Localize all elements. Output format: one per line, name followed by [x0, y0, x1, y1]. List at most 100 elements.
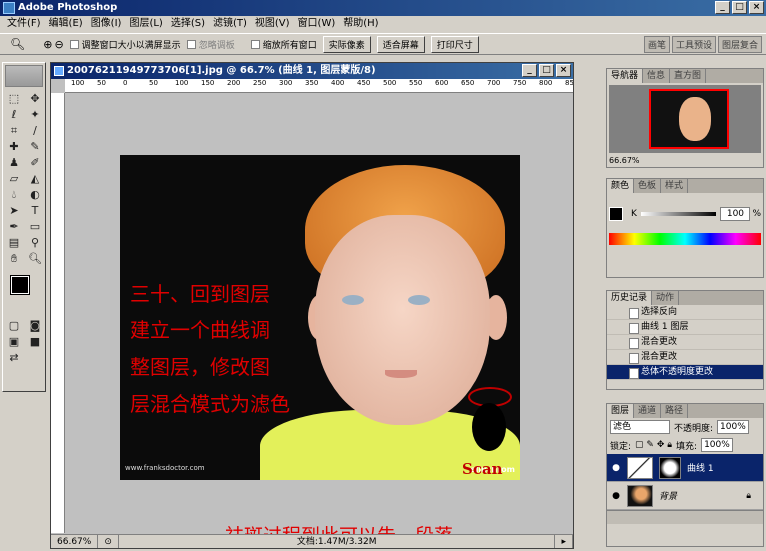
- history-item[interactable]: 选择反向: [607, 305, 763, 320]
- jump-to-imageready-icon[interactable]: ⇄: [4, 350, 24, 365]
- zoom-tool-icon-2[interactable]: 🔍︎: [25, 251, 45, 266]
- visibility-eye-icon[interactable]: ●: [611, 463, 621, 473]
- opacity-field[interactable]: 100%: [717, 420, 749, 434]
- fill-field[interactable]: 100%: [701, 438, 733, 452]
- layer-row-background[interactable]: ● 背景 🔒︎: [607, 482, 763, 510]
- crop-tool-icon[interactable]: ⌗: [4, 123, 24, 138]
- standard-mode-icon[interactable]: ▢: [4, 318, 24, 333]
- notes-tool-icon[interactable]: ▤: [4, 235, 24, 250]
- zoom-in-icon[interactable]: ⊕: [43, 38, 52, 51]
- maximize-icon[interactable]: □: [732, 1, 747, 14]
- magic-wand-tool-icon[interactable]: ✦: [25, 107, 45, 122]
- ignore-palettes-checkbox[interactable]: 忽略调板: [186, 38, 235, 51]
- well-tab-tool-presets[interactable]: 工具预设: [671, 36, 716, 53]
- shape-tool-icon[interactable]: ▭: [25, 219, 45, 234]
- ruler-tick-label: 100: [175, 79, 189, 87]
- menu-filter[interactable]: 滤镜(T): [209, 16, 251, 32]
- tab-swatches[interactable]: 色板: [634, 179, 662, 193]
- history-item[interactable]: 混合更改: [607, 335, 763, 350]
- close-icon[interactable]: ×: [749, 1, 764, 14]
- menu-help[interactable]: 帮助(H): [339, 16, 382, 32]
- history-brush-icon[interactable]: ✐: [25, 155, 45, 170]
- tab-info[interactable]: 信息: [643, 69, 671, 83]
- move-tool-icon[interactable]: ✥: [25, 91, 45, 106]
- minimize-icon[interactable]: _: [715, 1, 730, 14]
- menu-file[interactable]: 文件(F): [3, 16, 45, 32]
- zoom-tool-icon[interactable]: 🔍︎: [10, 37, 25, 51]
- lasso-tool-icon[interactable]: ℓ: [4, 107, 24, 122]
- layers-footer: [607, 510, 763, 524]
- layer-mask-thumbnail[interactable]: [659, 456, 681, 479]
- navigator-view-box[interactable]: [649, 89, 729, 149]
- navigator-zoom[interactable]: 66.67%: [607, 155, 763, 167]
- color-swatches[interactable]: [5, 272, 43, 312]
- foreground-color[interactable]: [10, 275, 30, 295]
- quickmask-mode-icon[interactable]: ◙: [25, 318, 45, 333]
- zoom-all-checkbox[interactable]: 缩放所有窗口: [250, 38, 317, 51]
- menu-edit[interactable]: 编辑(E): [45, 16, 87, 32]
- doc-close-icon[interactable]: ×: [556, 64, 571, 77]
- visibility-eye-icon[interactable]: ●: [611, 491, 621, 501]
- vertical-ruler: [51, 93, 65, 533]
- horizontal-ruler: 100 50 0 50 100 150 200 250 300 350 400 450 500 550 60…: [65, 79, 573, 93]
- zoom-level[interactable]: 66.67%: [51, 535, 99, 548]
- navigator-thumbnail[interactable]: [609, 85, 761, 153]
- history-item-selected[interactable]: 总体不透明度更改: [607, 365, 763, 380]
- menu-image[interactable]: 图像(I): [87, 16, 126, 32]
- dodge-tool-icon[interactable]: ◐: [25, 187, 45, 202]
- type-tool-icon[interactable]: T: [25, 203, 45, 218]
- history-item[interactable]: 混合更改: [607, 350, 763, 365]
- tab-paths[interactable]: 路径: [661, 404, 689, 418]
- color-spectrum[interactable]: [609, 233, 761, 245]
- menu-select[interactable]: 选择(S): [167, 16, 209, 32]
- tab-channels[interactable]: 通道: [634, 404, 662, 418]
- tab-histogram[interactable]: 直方图: [670, 69, 707, 83]
- actual-pixels-button[interactable]: 实际像素: [322, 35, 371, 53]
- tab-styles[interactable]: 样式: [661, 179, 689, 193]
- tab-color[interactable]: 颜色: [607, 179, 635, 193]
- blur-tool-icon[interactable]: 💧︎: [4, 187, 24, 202]
- slice-tool-icon[interactable]: ∕: [25, 123, 45, 138]
- color-foreground-swatch[interactable]: [609, 207, 623, 221]
- zoom-out-icon[interactable]: ⊖: [54, 38, 63, 51]
- ruler-tick-label: 50: [97, 79, 106, 87]
- bucket-tool-icon[interactable]: ◭: [25, 171, 45, 186]
- hand-tool-icon[interactable]: ✋︎: [4, 251, 24, 266]
- tab-actions[interactable]: 动作: [652, 291, 680, 305]
- history-item[interactable]: 曲线 1 图层: [607, 320, 763, 335]
- fullscreen-mode-icon[interactable]: ■: [25, 334, 45, 349]
- tab-navigator[interactable]: 导航器: [607, 69, 644, 83]
- eyedropper-tool-icon[interactable]: ⚲: [25, 235, 45, 250]
- blend-mode-select[interactable]: 滤色: [610, 420, 670, 434]
- doc-minimize-icon[interactable]: _: [522, 64, 537, 77]
- eraser-tool-icon[interactable]: ▱: [4, 171, 24, 186]
- path-select-icon[interactable]: ➤: [4, 203, 24, 218]
- channel-label: K: [631, 209, 637, 219]
- status-icon[interactable]: ⊙: [98, 535, 119, 548]
- menu-window[interactable]: 窗口(W): [294, 16, 340, 32]
- layer-row-curves[interactable]: ● 曲线 1: [607, 454, 763, 482]
- resize-window-checkbox[interactable]: 调整窗口大小以满屏显示: [69, 38, 181, 51]
- doc-maximize-icon[interactable]: □: [539, 64, 554, 77]
- stamp-tool-icon[interactable]: ♟: [4, 155, 24, 170]
- healing-tool-icon[interactable]: ✚: [4, 139, 24, 154]
- channel-slider[interactable]: [640, 212, 717, 216]
- tab-history[interactable]: 历史记录: [607, 291, 653, 305]
- menu-layer[interactable]: 图层(L): [125, 16, 166, 32]
- ruler-tick-label: 500: [383, 79, 397, 87]
- tab-layers[interactable]: 图层: [607, 404, 635, 418]
- well-tab-layer-comps[interactable]: 图层复合: [717, 36, 762, 53]
- fit-screen-button[interactable]: 适合屏幕: [376, 35, 425, 53]
- channel-value[interactable]: 100: [720, 207, 751, 221]
- status-arrow-icon[interactable]: ▸: [555, 535, 573, 548]
- document-window: 20076211949773706[1].jpg @ 66.7% (曲线 1, …: [50, 62, 574, 549]
- lock-icons[interactable]: ▢ ✎ ✥ 🔒︎: [635, 440, 672, 450]
- screen-mode-icon[interactable]: ▣: [4, 334, 24, 349]
- well-tab-brushes[interactable]: 画笔: [643, 36, 670, 53]
- pen-tool-icon[interactable]: ✒: [4, 219, 24, 234]
- marquee-tool-icon[interactable]: ⬚: [4, 91, 24, 106]
- menu-view[interactable]: 视图(V): [251, 16, 294, 32]
- brush-tool-icon[interactable]: ✎: [25, 139, 45, 154]
- canvas-area[interactable]: 三十、回到图层 建立一个曲线调 整图层，修改图 层混合模式为滤色 www.fra…: [65, 93, 573, 547]
- print-size-button[interactable]: 打印尺寸: [430, 35, 479, 53]
